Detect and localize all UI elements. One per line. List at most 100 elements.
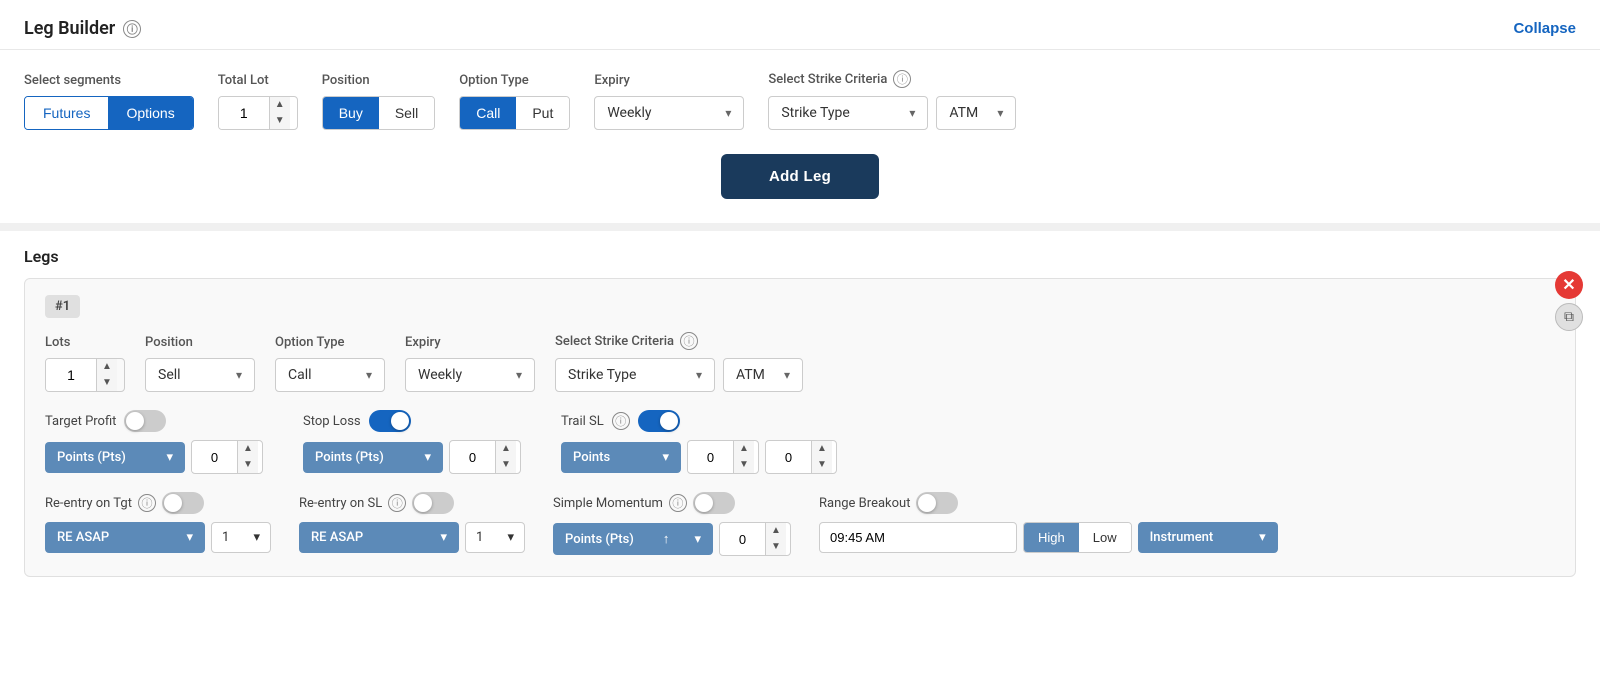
leg-lots-input-wrapper: ▲ ▼ [45, 358, 125, 392]
simple-momentum-increment-button[interactable]: ▲ [766, 523, 786, 539]
reentry-tgt-dropdown[interactable]: RE ASAP ▾ [45, 522, 205, 553]
sell-position-button[interactable]: Sell [379, 97, 434, 129]
stop-loss-input[interactable] [450, 443, 495, 472]
strike-type-dropdown[interactable]: Strike Type ▾ [768, 96, 928, 130]
trail-sl-decrement2-button[interactable]: ▼ [812, 457, 832, 473]
trail-sl-input1[interactable] [688, 443, 733, 472]
trail-sl-pts-label: Points [573, 450, 610, 465]
atm-dropdown[interactable]: ATM ▾ [936, 96, 1016, 130]
expiry-dropdown[interactable]: Weekly ▾ [594, 96, 744, 130]
total-lot-input[interactable] [219, 97, 269, 129]
reentry-tgt-info-icon[interactable]: ⓘ [138, 494, 156, 512]
reentry-sl-label: Re-entry on SL [299, 496, 382, 511]
instrument-dropdown[interactable]: Instrument ▾ [1138, 522, 1278, 553]
trail-sl-input2[interactable] [766, 443, 811, 472]
call-option-button[interactable]: Call [460, 97, 516, 129]
futures-segment-button[interactable]: Futures [25, 97, 108, 129]
target-profit-pts-label: Points (Pts) [57, 450, 126, 465]
simple-momentum-pts-dropdown[interactable]: Points (Pts) ↑ ▾ [553, 523, 713, 555]
reentry-tgt-toggle[interactable] [162, 492, 204, 514]
reentry-sl-value: RE ASAP [311, 530, 363, 545]
range-breakout-time-input[interactable] [819, 522, 1017, 553]
buy-position-button[interactable]: Buy [323, 97, 379, 129]
simple-momentum-input-wrapper: ▲ ▼ [719, 522, 791, 556]
add-leg-button[interactable]: Add Leg [721, 154, 879, 199]
trail-sl-pts-dropdown[interactable]: Points ▾ [561, 442, 681, 473]
stop-loss-decrement-button[interactable]: ▼ [496, 457, 516, 473]
leg-card: ✕ ⧉ #1 Lots ▲ ▼ [24, 278, 1576, 577]
simple-momentum-decrement-button[interactable]: ▼ [766, 539, 786, 555]
leg-atm-dropdown[interactable]: ATM ▾ [723, 358, 803, 392]
leg-option-type-dropdown[interactable]: Call ▾ [275, 358, 385, 392]
segment-toggle[interactable]: Futures Options [24, 96, 194, 130]
strike-criteria-info-icon[interactable]: ⓘ [893, 70, 911, 88]
leg-option-type-value: Call [288, 367, 312, 383]
reentry-tgt-value: RE ASAP [57, 530, 109, 545]
target-profit-increment-button[interactable]: ▲ [238, 441, 258, 457]
leg-position-label: Position [145, 335, 255, 350]
target-profit-decrement-button[interactable]: ▼ [238, 457, 258, 473]
leg-expiry-dropdown[interactable]: Weekly ▾ [405, 358, 535, 392]
range-breakout-toggle[interactable] [916, 492, 958, 514]
trail-sl-decrement1-button[interactable]: ▼ [734, 457, 754, 473]
copy-leg-button[interactable]: ⧉ [1555, 303, 1583, 331]
reentry-sl-dropdown[interactable]: RE ASAP ▾ [299, 522, 459, 553]
leg-strike-type-dropdown[interactable]: Strike Type ▾ [555, 358, 715, 392]
collapse-button[interactable]: Collapse [1513, 20, 1576, 37]
lot-increment-button[interactable]: ▲ [270, 97, 290, 113]
page-title: Leg Builder [24, 18, 115, 39]
simple-momentum-info-icon[interactable]: ⓘ [669, 494, 687, 512]
trail-sl-info-icon[interactable]: ⓘ [612, 412, 630, 430]
leg-atm-chevron-icon: ▾ [784, 368, 790, 382]
range-breakout-label: Range Breakout [819, 496, 910, 511]
reentry-sl-count-dropdown[interactable]: 1 ▾ [465, 522, 525, 553]
put-option-button[interactable]: Put [516, 97, 569, 129]
stop-loss-pts-label: Points (Pts) [315, 450, 384, 465]
stop-loss-toggle[interactable] [369, 410, 411, 432]
hl-toggle[interactable]: High Low [1023, 522, 1132, 553]
high-button[interactable]: High [1024, 523, 1079, 552]
stop-loss-input-wrapper: ▲ ▼ [449, 440, 521, 474]
target-profit-toggle[interactable] [124, 410, 166, 432]
simple-momentum-pts-label: Points (Pts) [565, 532, 634, 547]
reentry-sl-toggle[interactable] [412, 492, 454, 514]
reentry-sl-count-chevron-icon: ▾ [507, 530, 514, 545]
simple-momentum-label: Simple Momentum [553, 496, 663, 511]
leg-position-dropdown[interactable]: Sell ▾ [145, 358, 255, 392]
atm-chevron-icon: ▾ [997, 106, 1003, 120]
leg-lot-decrement-button[interactable]: ▼ [97, 375, 117, 391]
leg-lot-increment-button[interactable]: ▲ [97, 359, 117, 375]
leg-lots-input[interactable] [46, 359, 96, 391]
position-toggle[interactable]: Buy Sell [322, 96, 435, 130]
reentry-sl-info-icon[interactable]: ⓘ [388, 494, 406, 512]
total-lot-label: Total Lot [218, 73, 298, 88]
simple-momentum-input[interactable] [720, 525, 765, 554]
leg-strike-criteria-info-icon[interactable]: ⓘ [680, 332, 698, 350]
options-segment-button[interactable]: Options [108, 97, 192, 129]
select-segments-label: Select segments [24, 73, 194, 88]
target-profit-pts-dropdown[interactable]: Points (Pts) ▾ [45, 442, 185, 473]
trail-sl-toggle[interactable] [638, 410, 680, 432]
reentry-tgt-count-chevron-icon: ▾ [253, 530, 260, 545]
trail-sl-increment2-button[interactable]: ▲ [812, 441, 832, 457]
stop-loss-pts-dropdown[interactable]: Points (Pts) ▾ [303, 442, 443, 473]
trail-sl-increment1-button[interactable]: ▲ [734, 441, 754, 457]
option-type-label: Option Type [459, 73, 570, 88]
stop-loss-increment-button[interactable]: ▲ [496, 441, 516, 457]
atm-value: ATM [949, 105, 978, 121]
close-leg-button[interactable]: ✕ [1555, 271, 1583, 299]
target-profit-input[interactable] [192, 443, 237, 472]
total-lot-input-wrapper: ▲ ▼ [218, 96, 298, 130]
lot-decrement-button[interactable]: ▼ [270, 113, 290, 129]
option-type-toggle[interactable]: Call Put [459, 96, 570, 130]
low-button[interactable]: Low [1079, 523, 1131, 552]
leg-select-strike-criteria-label: Select Strike Criteria ⓘ [555, 332, 803, 350]
leg-builder-info-icon[interactable]: ⓘ [123, 20, 141, 38]
simple-momentum-toggle[interactable] [693, 492, 735, 514]
simple-momentum-chevron-icon: ▾ [694, 532, 701, 547]
reentry-tgt-count-dropdown[interactable]: 1 ▾ [211, 522, 271, 553]
leg-strike-type-value: Strike Type [568, 367, 636, 383]
leg-expiry-label: Expiry [405, 335, 535, 350]
reentry-sl-count-value: 1 [476, 530, 483, 545]
expiry-label: Expiry [594, 73, 744, 88]
